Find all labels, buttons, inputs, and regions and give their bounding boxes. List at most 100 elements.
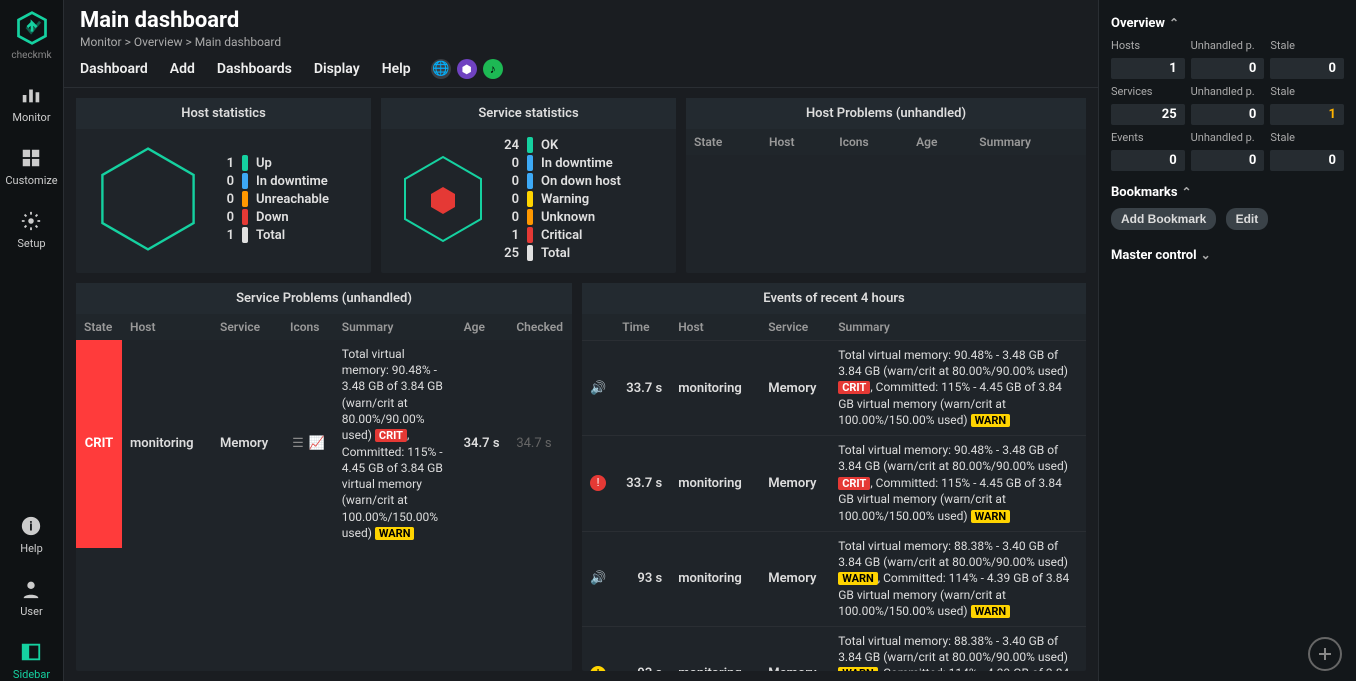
add-bookmark-button[interactable]: Add Bookmark (1111, 208, 1216, 230)
col-header[interactable]: Host (761, 129, 831, 155)
stat-row[interactable]: 0Unreachable (212, 191, 329, 207)
nav-setup[interactable]: Setup (5, 209, 57, 250)
host-cell[interactable]: monitoring (670, 436, 760, 531)
menu-help[interactable]: Help (382, 61, 411, 77)
stat-color-bar (242, 173, 248, 189)
panel-title: Host Problems (unhandled) (686, 98, 1086, 129)
table-row[interactable]: 🔊33.7 smonitoringMemoryTotal virtual mem… (582, 341, 1086, 436)
stat-label: On down host (541, 174, 621, 189)
stat-label: In downtime (256, 174, 328, 189)
col-header[interactable]: Checked (508, 314, 572, 340)
stat-row[interactable]: 1Critical (497, 227, 621, 243)
graph-icon[interactable]: 📈 (309, 437, 325, 451)
service-cell[interactable]: Memory (212, 340, 282, 548)
stat-color-bar (242, 227, 248, 243)
stat-color-bar (527, 245, 533, 261)
col-header[interactable]: Age (908, 129, 971, 155)
ov-value[interactable]: 0 (1270, 58, 1344, 79)
ov-label: Stale (1270, 131, 1344, 144)
right-sidebar: Overview⌃ HostsUnhandled p.Stale100Servi… (1098, 0, 1356, 681)
col-header[interactable]: Host (670, 314, 760, 341)
col-header[interactable]: Service (760, 314, 830, 341)
nav-customize[interactable]: Customize (5, 146, 57, 187)
table-row[interactable]: CRITmonitoringMemory☰📈Total virtual memo… (76, 340, 572, 548)
col-header[interactable]: Time (614, 314, 670, 341)
menu-dashboard[interactable]: Dashboard (80, 61, 148, 77)
stat-row[interactable]: 1Total (212, 227, 329, 243)
edit-bookmarks-button[interactable]: Edit (1226, 208, 1269, 230)
age-cell: 34.7 s (456, 340, 509, 548)
col-header[interactable]: Summary (971, 129, 1086, 155)
col-header[interactable]: State (76, 314, 122, 340)
service-cell[interactable]: Memory (760, 341, 830, 436)
menu-icon[interactable]: ☰ (290, 437, 306, 451)
service-cell[interactable]: Memory (760, 531, 830, 626)
hex-purple-icon[interactable]: ⬢ (457, 59, 477, 79)
col-header[interactable]: Service (212, 314, 282, 340)
col-header[interactable]: Age (456, 314, 509, 340)
col-header[interactable]: State (686, 129, 761, 155)
alert-icon: ! (590, 666, 606, 671)
stat-row[interactable]: 0On down host (497, 173, 621, 189)
ov-value[interactable]: 0 (1191, 150, 1265, 171)
stat-row[interactable]: 24OK (497, 137, 621, 153)
ov-value[interactable]: 0 (1111, 150, 1185, 171)
menu-dashboards[interactable]: Dashboards (217, 61, 292, 77)
overview-section-toggle[interactable]: Overview⌃ (1111, 16, 1344, 31)
stat-row[interactable]: 0Unknown (497, 209, 621, 225)
stat-label: Warning (541, 192, 589, 207)
host-cell[interactable]: monitoring (122, 340, 212, 548)
breadcrumb-item[interactable]: Monitor (80, 35, 122, 49)
summary-cell: Total virtual memory: 90.48% - 3.48 GB o… (830, 436, 1086, 531)
stat-row[interactable]: 0Down (212, 209, 329, 225)
ov-value[interactable]: 1 (1270, 104, 1344, 125)
globe-icon[interactable]: 🌐 (431, 59, 451, 79)
ov-value[interactable]: 0 (1191, 58, 1265, 79)
summary-cell: Total virtual memory: 90.48% - 3.48 GB o… (334, 340, 456, 548)
nav-help[interactable]: iHelp (13, 514, 50, 555)
add-widget-button[interactable] (1308, 637, 1342, 671)
host-cell[interactable]: monitoring (670, 341, 760, 436)
col-header[interactable] (582, 314, 614, 341)
ov-value[interactable]: 1 (1111, 58, 1185, 79)
breadcrumb-item[interactable]: Main dashboard (195, 35, 281, 49)
master-control-section-toggle[interactable]: Master control⌄ (1111, 248, 1344, 263)
nav-monitor[interactable]: Monitor (5, 83, 57, 124)
service-cell[interactable]: Memory (760, 626, 830, 671)
menu-add[interactable]: Add (170, 61, 195, 77)
service-cell[interactable]: Memory (760, 436, 830, 531)
menu-display[interactable]: Display (314, 61, 360, 77)
nav-label: Customize (5, 174, 57, 187)
stat-row[interactable]: 0In downtime (212, 173, 329, 189)
col-header[interactable]: Icons (831, 129, 908, 155)
ov-value[interactable]: 0 (1270, 150, 1344, 171)
col-header[interactable]: Summary (334, 314, 456, 340)
spotify-icon[interactable]: ♪ (483, 59, 503, 79)
host-cell[interactable]: monitoring (670, 531, 760, 626)
chevron-down-icon: ⌄ (1201, 248, 1211, 262)
table-row[interactable]: !93 smonitoringMemoryTotal virtual memor… (582, 626, 1086, 671)
ov-label: Hosts (1111, 39, 1185, 52)
ov-label: Unhandled p. (1191, 131, 1265, 144)
table-row[interactable]: !33.7 smonitoringMemoryTotal virtual mem… (582, 436, 1086, 531)
host-cell[interactable]: monitoring (670, 626, 760, 671)
col-header[interactable]: Summary (830, 314, 1086, 341)
col-header[interactable]: Host (122, 314, 212, 340)
panel-events: Events of recent 4 hours TimeHostService… (582, 283, 1086, 671)
chevron-up-icon: ⌃ (1182, 185, 1192, 199)
stat-row[interactable]: 1Up (212, 155, 329, 171)
breadcrumb-item[interactable]: Overview (134, 35, 183, 49)
col-header[interactable]: Icons (282, 314, 334, 340)
stat-row[interactable]: 0Warning (497, 191, 621, 207)
table-row[interactable]: 🔊93 smonitoringMemoryTotal virtual memor… (582, 531, 1086, 626)
bookmarks-section-toggle[interactable]: Bookmarks⌃ (1111, 185, 1344, 200)
ov-value[interactable]: 25 (1111, 104, 1185, 125)
time-cell: 93 s (614, 531, 670, 626)
nav-sidebar[interactable]: Sidebar (13, 640, 50, 681)
stat-row[interactable]: 0In downtime (497, 155, 621, 171)
nav-label: Help (20, 542, 43, 555)
nav-user[interactable]: User (13, 577, 50, 618)
ov-value[interactable]: 0 (1191, 104, 1265, 125)
stat-count: 24 (497, 138, 519, 153)
stat-row[interactable]: 25Total (497, 245, 621, 261)
